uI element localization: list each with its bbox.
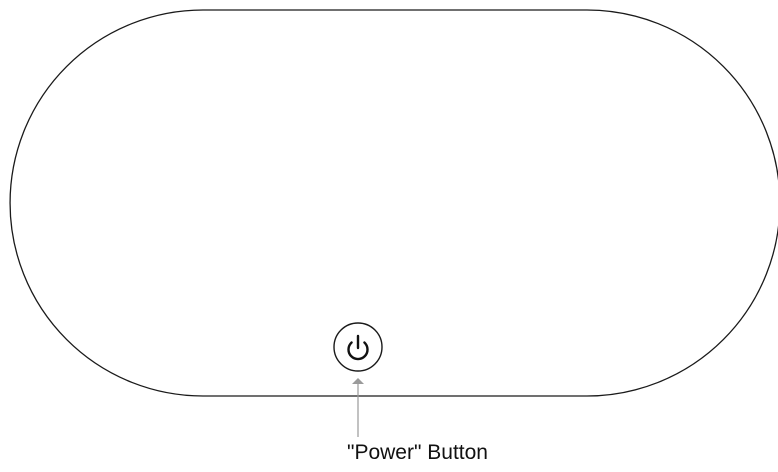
power-button[interactable] — [333, 322, 383, 372]
device-body-outline — [9, 9, 778, 397]
device-diagram — [9, 9, 778, 437]
power-button-label: "Power" Button — [347, 441, 488, 464]
